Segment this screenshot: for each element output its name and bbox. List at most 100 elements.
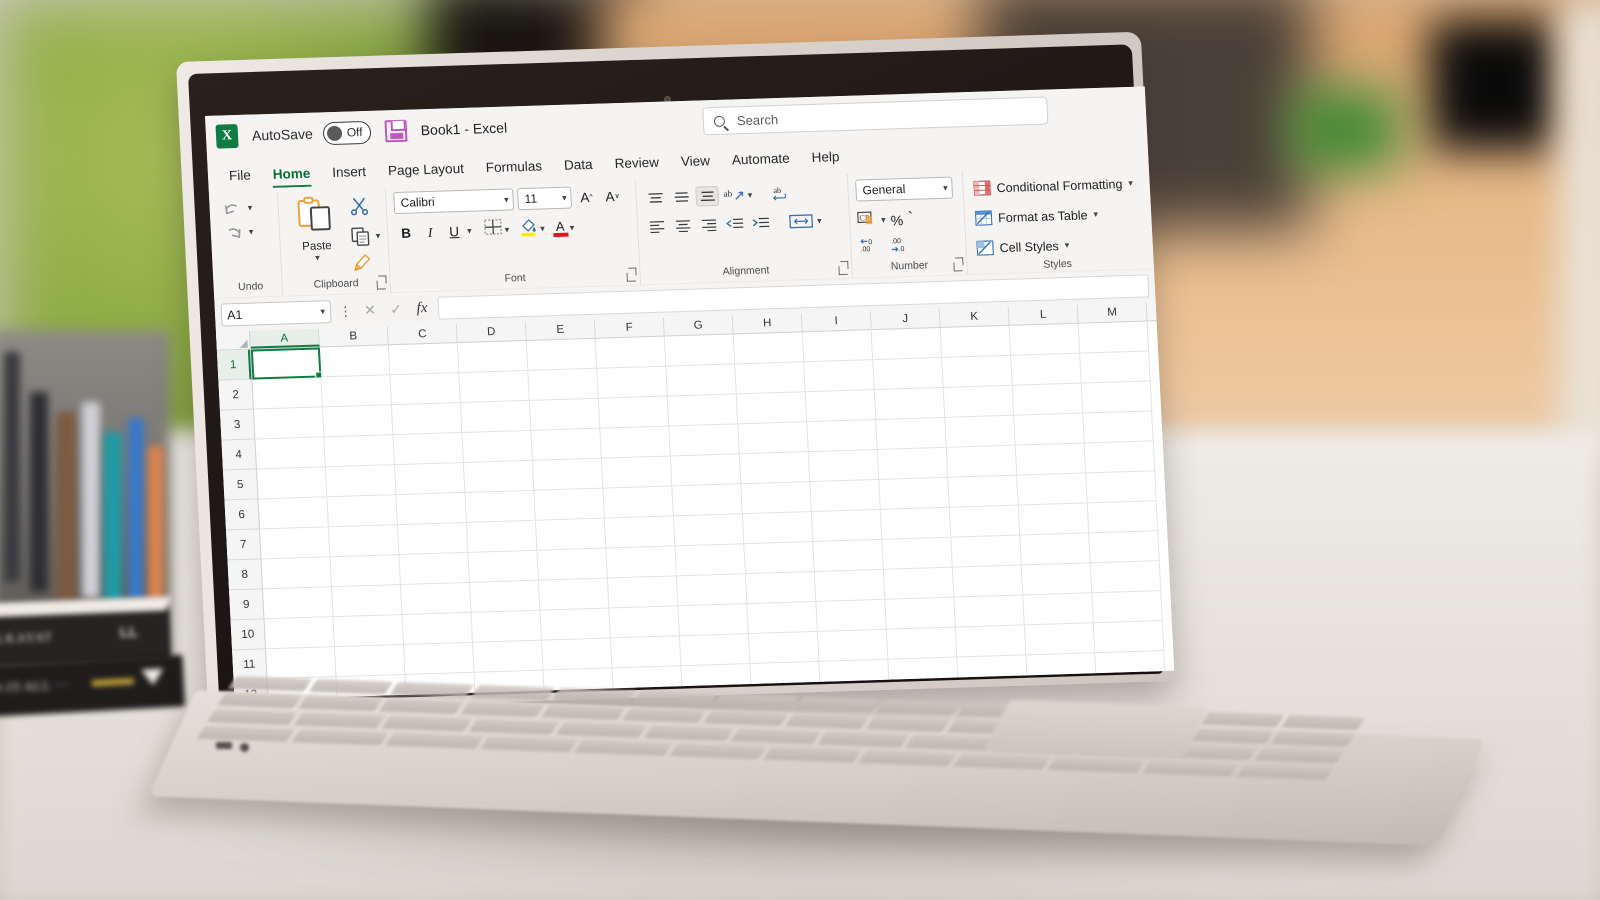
grid-cell-A7[interactable] xyxy=(259,527,331,560)
grid-cell-K9[interactable] xyxy=(952,565,1024,598)
grid-cell-A9[interactable] xyxy=(263,587,334,620)
underline-button[interactable]: U xyxy=(443,221,466,243)
grid-cell-C11[interactable] xyxy=(404,642,475,675)
grid-cell-K10[interactable] xyxy=(954,595,1025,628)
grid-cell-C6[interactable] xyxy=(396,492,467,526)
grid-cell-E5[interactable] xyxy=(532,458,604,491)
grid-cell-J4[interactable] xyxy=(876,417,947,450)
cell-styles-dropdown-icon[interactable]: ▾ xyxy=(1064,240,1069,251)
grid-cell-H1[interactable] xyxy=(733,332,805,365)
column-header-G[interactable]: G xyxy=(663,315,734,336)
row-header-3[interactable]: 3 xyxy=(219,409,255,441)
fill-color-button[interactable] xyxy=(518,217,539,243)
format-painter-button[interactable] xyxy=(353,253,383,278)
grid-cell-B10[interactable] xyxy=(333,614,405,648)
grid-cell-M6[interactable] xyxy=(1086,471,1157,504)
selected-cell-A1[interactable] xyxy=(250,347,322,380)
grid-cell-D8[interactable] xyxy=(468,550,539,583)
copy-button[interactable]: ▾ xyxy=(351,227,381,247)
grid-cell-I1[interactable] xyxy=(802,330,874,363)
fx-insert-function-icon[interactable]: fx xyxy=(412,300,433,318)
grid-cell-C2[interactable] xyxy=(390,373,461,406)
grid-cell-A8[interactable] xyxy=(261,557,332,590)
grid-cell-M3[interactable] xyxy=(1081,381,1153,414)
grid-cell-E8[interactable] xyxy=(537,548,608,581)
grid-cell-K3[interactable] xyxy=(943,385,1015,418)
grid-cell-D1[interactable] xyxy=(457,340,529,374)
grid-cell-J1[interactable] xyxy=(871,327,943,361)
grid-cell-I7[interactable] xyxy=(811,509,883,543)
grid-cell-D5[interactable] xyxy=(463,460,535,493)
grid-cell-D7[interactable] xyxy=(466,520,538,553)
decrease-decimal-button[interactable]: 0 .00 xyxy=(858,237,881,259)
tab-file[interactable]: File xyxy=(218,164,263,189)
grid-cell-A4[interactable] xyxy=(255,437,326,470)
grid-cell-G6[interactable] xyxy=(672,484,743,517)
clipboard-dialog-launcher[interactable] xyxy=(376,280,387,290)
grid-cell-B5[interactable] xyxy=(325,465,397,498)
grid-cell-M4[interactable] xyxy=(1083,411,1154,444)
grid-cell-C5[interactable] xyxy=(394,462,466,496)
grid-cell-H5[interactable] xyxy=(739,452,811,485)
grid-cell-L10[interactable] xyxy=(1023,593,1094,626)
grid-cell-E7[interactable] xyxy=(535,518,607,551)
wrap-text-icon[interactable]: ab xyxy=(768,183,797,204)
grid-cell-L11[interactable] xyxy=(1024,623,1096,656)
row-header-5[interactable]: 5 xyxy=(222,469,258,501)
tab-data[interactable]: Data xyxy=(553,154,605,180)
trackpad[interactable] xyxy=(982,700,1210,759)
align-left-icon[interactable] xyxy=(645,215,669,236)
orientation-dropdown-icon[interactable]: ▾ xyxy=(747,189,752,200)
grid-cell-F7[interactable] xyxy=(604,516,676,549)
grid-cell-E3[interactable] xyxy=(529,398,601,431)
increase-indent-icon[interactable] xyxy=(749,212,773,233)
grid-cell-J10[interactable] xyxy=(885,597,956,630)
grid-cell-C7[interactable] xyxy=(397,522,469,556)
grid-cell-G3[interactable] xyxy=(667,394,739,427)
grid-cell-A3[interactable] xyxy=(253,407,325,440)
grid-cell-M2[interactable] xyxy=(1080,351,1151,384)
grid-cell-B4[interactable] xyxy=(324,435,395,468)
grid-cell-H4[interactable] xyxy=(738,422,809,455)
tab-review[interactable]: Review xyxy=(603,151,670,177)
grid-cell-J7[interactable] xyxy=(880,507,952,540)
row-header-7[interactable]: 7 xyxy=(225,529,261,561)
grid-cell-B11[interactable] xyxy=(335,644,406,678)
grid-cell-L5[interactable] xyxy=(1015,443,1087,476)
more-options-icon[interactable]: ⋮ xyxy=(337,303,355,320)
align-middle-icon[interactable] xyxy=(669,187,693,208)
grid-cell-E1[interactable] xyxy=(526,338,598,371)
font-size-combo[interactable]: 11 ▾ xyxy=(517,186,573,211)
accounting-format-button[interactable]: CP xyxy=(857,210,877,232)
align-bottom-icon[interactable] xyxy=(695,185,720,207)
percent-style-button[interactable]: % xyxy=(890,212,903,228)
grid-cell-K5[interactable] xyxy=(946,445,1018,478)
paste-button[interactable]: Paste ▾ xyxy=(285,194,347,265)
grid-cell-M5[interactable] xyxy=(1084,441,1156,474)
format-as-table-button[interactable]: Format as Table ▾ xyxy=(974,202,1099,231)
grid-cell-G11[interactable] xyxy=(679,634,751,667)
format-as-table-dropdown-icon[interactable]: ▾ xyxy=(1093,209,1098,220)
bold-button[interactable]: B xyxy=(395,222,418,244)
column-header-J[interactable]: J xyxy=(870,308,941,330)
column-header-M[interactable]: M xyxy=(1077,302,1148,323)
column-header-L[interactable]: L xyxy=(1008,304,1079,325)
cell-styles-button[interactable]: Cell Styles ▾ xyxy=(976,233,1070,261)
grid-cell-K4[interactable] xyxy=(945,415,1016,448)
grid-cell-H2[interactable] xyxy=(735,362,806,395)
grid-cell-G2[interactable] xyxy=(666,364,737,397)
merge-and-center-icon[interactable] xyxy=(788,211,815,232)
grid-cell-H9[interactable] xyxy=(745,571,817,605)
row-header-10[interactable]: 10 xyxy=(230,619,266,651)
grid-cell-L6[interactable] xyxy=(1017,473,1088,506)
grid-cell-L1[interactable] xyxy=(1009,323,1081,356)
grid-cell-C10[interactable] xyxy=(402,612,473,645)
grid-cell-F8[interactable] xyxy=(606,546,677,579)
copy-dropdown-icon[interactable]: ▾ xyxy=(375,231,380,242)
grid-cell-M10[interactable] xyxy=(1092,591,1163,624)
redo-dropdown-icon[interactable]: ▾ xyxy=(249,227,254,238)
grid-cell-L8[interactable] xyxy=(1020,533,1091,566)
grid-cell-I3[interactable] xyxy=(805,390,877,423)
grid-cell-L7[interactable] xyxy=(1018,503,1090,536)
grid-cell-J2[interactable] xyxy=(873,357,944,391)
